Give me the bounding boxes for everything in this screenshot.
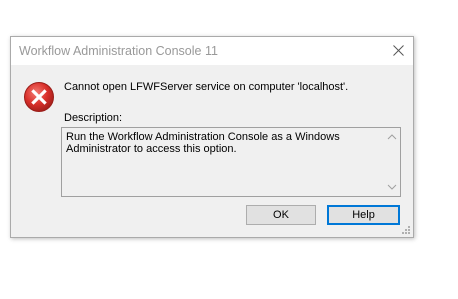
- description-text: Run the Workflow Administration Console …: [66, 131, 340, 155]
- description-label: Description:: [64, 112, 123, 124]
- close-button[interactable]: [383, 37, 413, 65]
- error-message: Cannot open LFWFServer service on comput…: [64, 81, 349, 93]
- error-icon: [23, 81, 55, 113]
- close-icon: [393, 45, 404, 56]
- error-dialog: Workflow Administration Console 11 Canno…: [10, 36, 414, 238]
- description-textbox[interactable]: Run the Workflow Administration Console …: [61, 127, 401, 197]
- scroll-down-arrow-icon[interactable]: [386, 182, 398, 192]
- resize-grip-icon[interactable]: [401, 225, 411, 235]
- help-button[interactable]: Help: [327, 205, 400, 225]
- ok-button[interactable]: OK: [246, 205, 316, 225]
- dialog-title: Workflow Administration Console 11: [19, 44, 218, 58]
- scroll-up-arrow-icon[interactable]: [386, 132, 398, 142]
- title-bar: Workflow Administration Console 11: [11, 37, 413, 65]
